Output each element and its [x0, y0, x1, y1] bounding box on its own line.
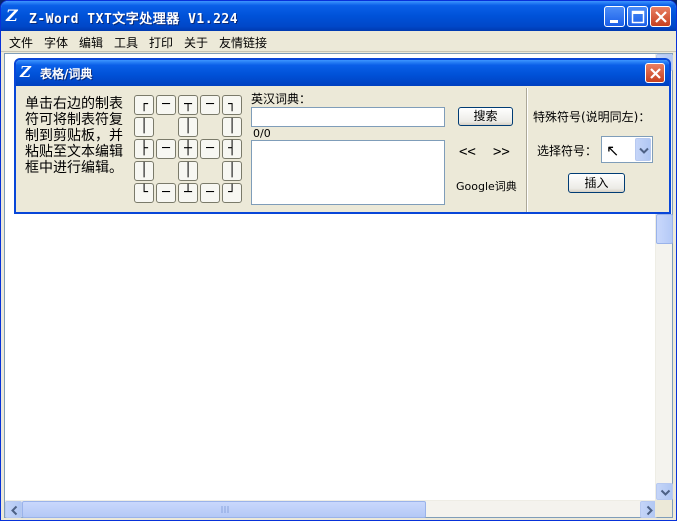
box-drawing-grid: ┌ ─ ┬ ─ ┐ │ │ │ ├ ─ ┼ ─ ┤ │ │ │ └ ─ ┴ ─ ┘ — [134, 95, 244, 205]
box-char-button[interactable]: ─ — [156, 139, 176, 159]
horizontal-scroll-thumb[interactable] — [22, 501, 426, 518]
box-char-button[interactable]: ─ — [200, 139, 220, 159]
box-char-button[interactable]: ┐ — [222, 95, 242, 115]
menu-file[interactable]: 文件 — [9, 34, 33, 51]
dialog-title-bar[interactable]: Z 表格/词典 — [16, 60, 669, 86]
menu-tools[interactable]: 工具 — [114, 34, 138, 51]
box-char-button[interactable]: ─ — [200, 95, 220, 115]
window-title: Z-Word TXT文字处理器 V1.224 — [29, 12, 239, 27]
box-char-button[interactable]: │ — [222, 161, 242, 181]
app-icon: Z — [6, 6, 18, 25]
box-char-button[interactable]: │ — [178, 161, 198, 181]
scroll-down-button[interactable] — [656, 483, 673, 500]
menu-bar: 文件 字体 编辑 工具 打印 关于 友情链接 — [1, 31, 676, 52]
menu-links[interactable]: 友情链接 — [219, 34, 267, 51]
title-bar[interactable]: Z Z-Word TXT文字处理器 V1.224 — [1, 1, 676, 31]
next-button[interactable]: >> — [493, 144, 510, 160]
box-char-button[interactable]: ─ — [156, 95, 176, 115]
result-counter: 0/0 — [253, 127, 271, 140]
box-char-button[interactable]: │ — [134, 117, 154, 137]
chevron-down-icon — [639, 147, 649, 154]
instructions-text: 单击右边的制表符可将制表符复制到剪贴板，并粘贴至文本编辑框中进行编辑。 — [25, 96, 123, 176]
vertical-scroll-thumb[interactable] — [656, 214, 673, 244]
menu-about[interactable]: 关于 — [184, 34, 208, 51]
box-char-button[interactable]: ─ — [200, 183, 220, 203]
box-char-button[interactable]: │ — [134, 161, 154, 181]
search-button[interactable]: 搜索 — [458, 107, 513, 126]
table-dictionary-dialog: Z 表格/词典 单击右边的制表符可将制表符复制到剪贴板，并粘贴至文本编辑框中进行… — [14, 58, 671, 214]
scrollbar-corner — [655, 500, 672, 517]
box-char-button[interactable]: ┼ — [178, 139, 198, 159]
box-char-button[interactable]: ┘ — [222, 183, 242, 203]
dictionary-result[interactable] — [251, 140, 445, 205]
box-char-button[interactable]: │ — [222, 117, 242, 137]
scroll-left-button[interactable] — [5, 501, 22, 518]
chevron-left-icon — [11, 505, 18, 516]
menu-print[interactable]: 打印 — [149, 34, 173, 51]
dialog-title: 表格/词典 — [40, 67, 93, 81]
box-char-button[interactable]: ─ — [156, 183, 176, 203]
section-divider — [526, 88, 528, 212]
grip-icon — [221, 506, 229, 513]
box-char-button[interactable]: ├ — [134, 139, 154, 159]
box-char-button[interactable]: ┌ — [134, 95, 154, 115]
symbol-dropdown-button[interactable] — [635, 138, 651, 161]
close-button[interactable] — [650, 6, 671, 27]
chevron-down-icon — [660, 489, 671, 496]
close-icon — [655, 11, 667, 23]
box-char-button[interactable]: ┤ — [222, 139, 242, 159]
maximize-button[interactable] — [627, 6, 648, 27]
minimize-icon — [610, 20, 618, 23]
insert-button[interactable]: 插入 — [568, 173, 625, 193]
previous-button[interactable]: << — [459, 144, 476, 160]
menu-edit[interactable]: 编辑 — [79, 34, 103, 51]
dictionary-input[interactable] — [251, 107, 445, 127]
box-char-button[interactable]: ┬ — [178, 95, 198, 115]
horizontal-scrollbar[interactable] — [5, 500, 657, 518]
maximize-icon — [631, 10, 645, 24]
dialog-icon: Z — [20, 63, 31, 81]
menu-font[interactable]: 字体 — [44, 34, 68, 51]
close-icon — [650, 68, 661, 79]
special-symbol-label: 特殊符号(说明同左)： — [533, 110, 651, 124]
google-dictionary-link[interactable]: Google词典 — [456, 178, 517, 194]
box-char-button[interactable]: ┴ — [178, 183, 198, 203]
select-symbol-label: 选择符号： — [537, 144, 598, 158]
minimize-button[interactable] — [604, 6, 625, 27]
dictionary-label: 英汉词典： — [251, 92, 312, 106]
app-window: Z Z-Word TXT文字处理器 V1.224 文件 字体 编辑 工具 打印 … — [0, 0, 677, 521]
box-char-button[interactable]: │ — [178, 117, 198, 137]
symbol-select[interactable]: ↖ — [601, 136, 653, 163]
box-char-button[interactable]: └ — [134, 183, 154, 203]
symbol-select-value: ↖ — [606, 141, 620, 160]
dialog-close-button[interactable] — [645, 63, 665, 83]
